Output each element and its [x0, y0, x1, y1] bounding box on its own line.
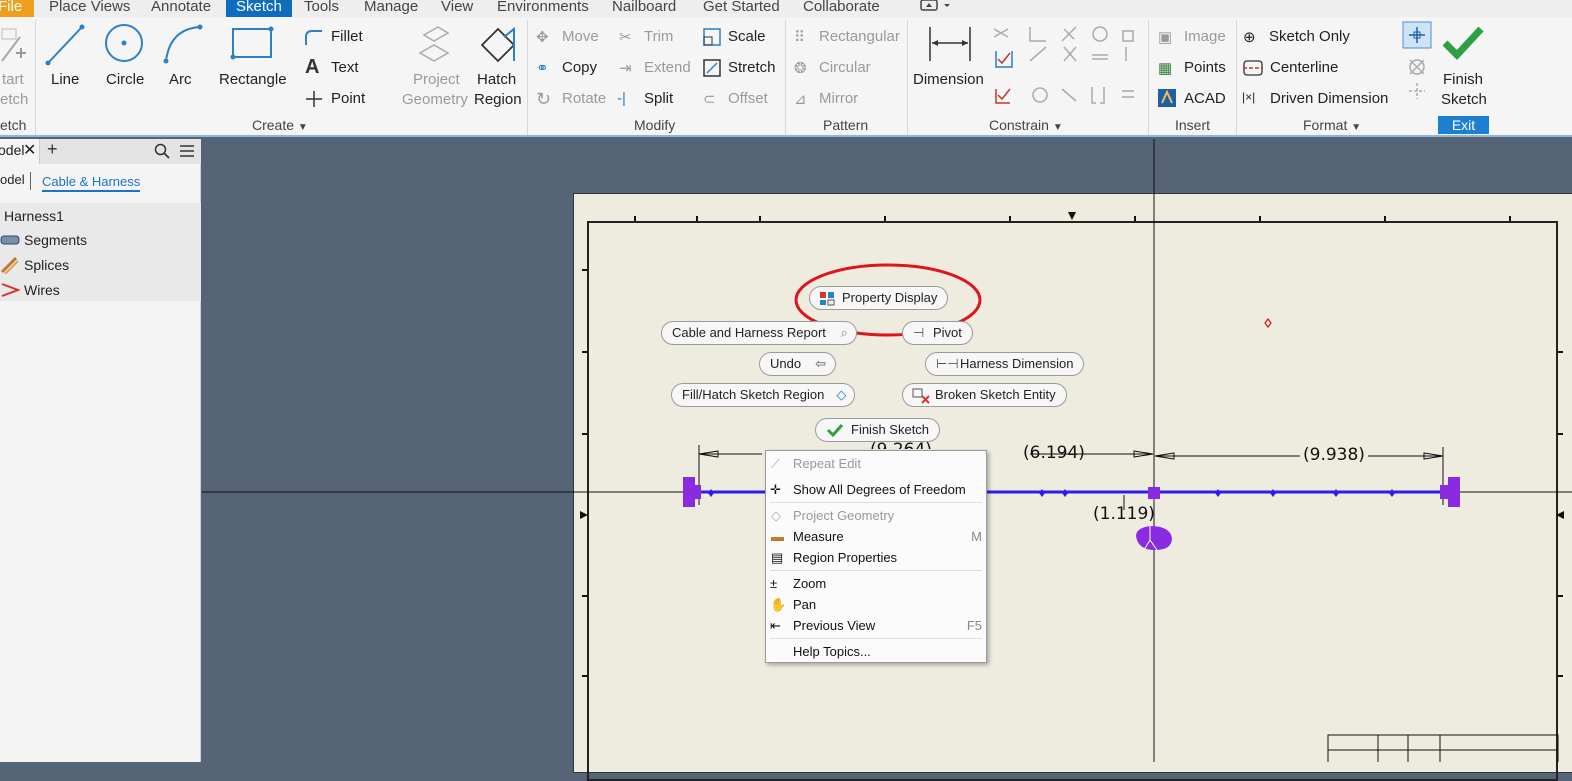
ctx-help-topics[interactable]: Help Topics... — [766, 642, 986, 662]
pill-label: Harness Dimension — [960, 356, 1074, 371]
project-geometry-icon: ◇ — [771, 508, 781, 523]
broken-entity-icon — [912, 388, 930, 404]
ctx-zoom[interactable]: ± Zoom — [766, 574, 986, 594]
marking-fill-hatch[interactable]: Fill/Hatch Sketch Region ◇ — [671, 383, 856, 407]
title-block — [1327, 734, 1559, 762]
ctx-label: Region Properties — [793, 550, 898, 565]
checkmark-icon — [826, 423, 844, 437]
ctx-label: Pan — [793, 597, 817, 612]
marking-cable-report[interactable]: Cable and Harness Report ⌕ — [661, 321, 857, 345]
marking-broken-entity[interactable]: Broken Sketch Entity — [902, 383, 1067, 407]
previous-view-icon: ⇤ — [770, 618, 781, 633]
property-display-icon — [820, 292, 835, 306]
dof-icon: ✛ — [770, 482, 781, 497]
harness-dimension-icon: ⊢⊣ — [936, 356, 959, 371]
ctx-region-properties[interactable]: ▤ Region Properties — [766, 548, 986, 568]
ctx-measure[interactable]: ▬ Measure M — [766, 527, 986, 547]
ctx-label: Help Topics... — [793, 644, 871, 659]
ctx-label: Show All Degrees of Freedom — [793, 482, 966, 497]
ctx-divider — [770, 570, 982, 571]
zoom-icon: ± — [770, 576, 778, 591]
dimension-text[interactable]: (1.119) — [1093, 504, 1155, 524]
pill-label: Property Display — [842, 290, 938, 305]
ctx-repeat-edit[interactable]: ⟋ Repeat Edit — [766, 454, 986, 474]
region-properties-icon: ▤ — [771, 550, 784, 565]
ctx-label: Measure — [793, 529, 844, 544]
marking-harness-dimension[interactable]: ⊢⊣ Harness Dimension — [925, 352, 1085, 376]
marking-pivot[interactable]: ⊣ Pivot — [902, 321, 973, 345]
pill-label: Broken Sketch Entity — [935, 387, 1056, 402]
context-menu: ⟋ Repeat Edit ✛ Show All Degrees of Freedo… — [765, 450, 987, 663]
center-arrow-left — [580, 511, 588, 519]
sketch-point[interactable] — [1264, 317, 1272, 329]
marking-undo[interactable]: Undo ⇦ — [759, 352, 837, 376]
ctx-shortcut: F5 — [966, 618, 982, 633]
ctx-shortcut: M — [971, 529, 982, 544]
pill-label: Pivot — [933, 325, 962, 340]
pill-label: Cable and Harness Report — [672, 325, 826, 340]
ctx-divider — [770, 502, 982, 503]
ctx-label: Zoom — [793, 576, 827, 591]
ctx-previous-view[interactable]: ⇤ Previous View F5 — [766, 616, 986, 636]
undo-icon: ⇦ — [815, 356, 827, 371]
repeat-edit-icon: ⟋ — [771, 456, 781, 471]
center-arrow-top — [1068, 212, 1076, 220]
ctx-project-geometry[interactable]: ◇ Project Geometry — [766, 506, 986, 526]
marking-property-display[interactable]: Property Display — [809, 286, 949, 310]
pill-label: Fill/Hatch Sketch Region — [682, 387, 825, 402]
report-icon: ⌕ — [840, 325, 848, 340]
pan-icon: ✋ — [770, 597, 787, 612]
center-arrow-right — [1556, 511, 1564, 519]
fill-hatch-icon: ◇ — [836, 387, 847, 402]
dimension-text[interactable]: (9.938) — [1303, 445, 1365, 465]
marking-finish-sketch[interactable]: Finish Sketch — [815, 418, 941, 442]
ctx-label: Repeat Edit — [793, 456, 861, 471]
measure-icon: ▬ — [771, 529, 784, 544]
pill-label: Undo — [770, 356, 802, 371]
dimension-text[interactable]: (6.194) — [1023, 443, 1085, 463]
ctx-pan[interactable]: ✋ Pan — [766, 595, 986, 615]
ctx-label: Previous View — [793, 618, 876, 633]
ctx-divider — [770, 638, 982, 639]
ctx-label: Project Geometry — [793, 508, 895, 523]
ctx-show-dof[interactable]: ✛ Show All Degrees of Freedom — [766, 480, 986, 500]
pill-label: Finish Sketch — [851, 422, 930, 437]
pivot-icon: ⊣ — [913, 325, 925, 340]
